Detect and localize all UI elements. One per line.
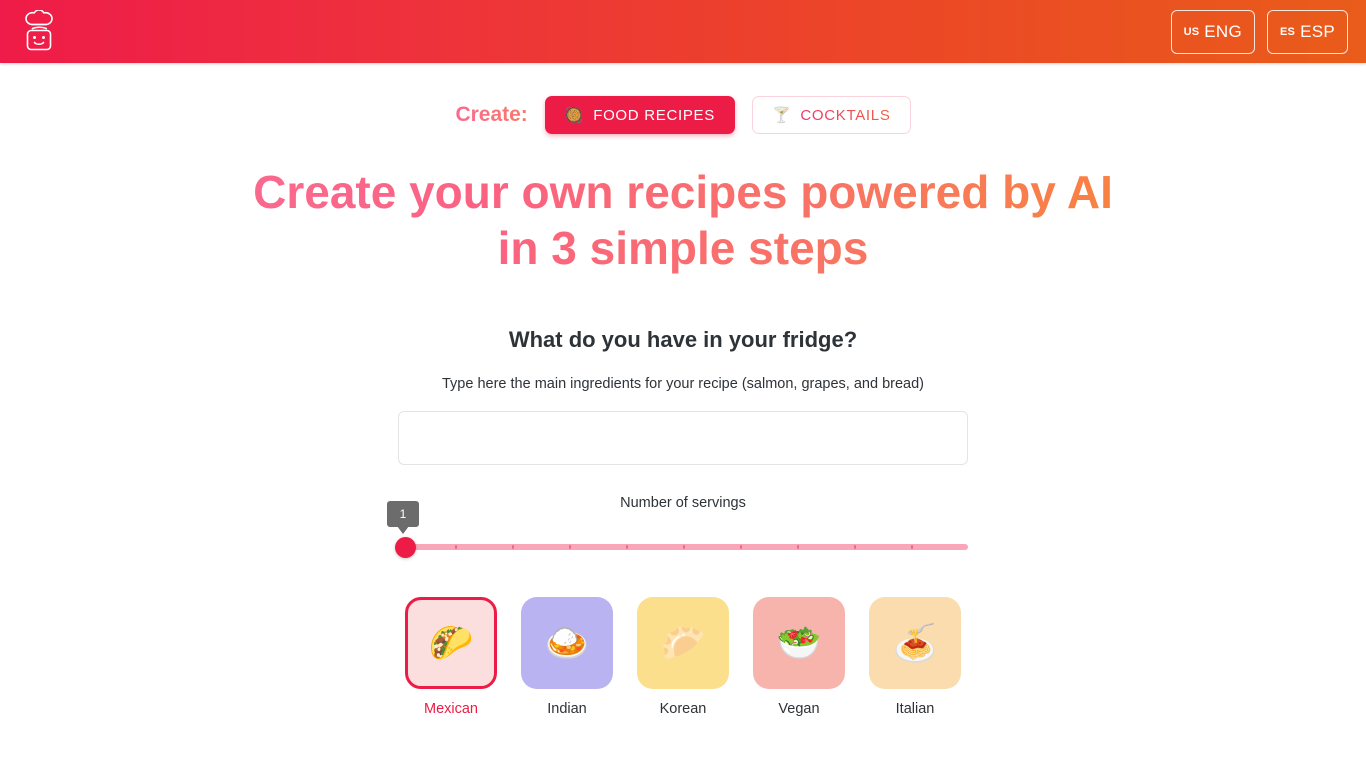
curry-rice-icon: 🍛 xyxy=(544,622,590,664)
cuisine-selector: 🌮 Mexican 🍛 Indian 🥟 Korean 🥗 Vegan 🍝 Italian xyxy=(378,597,988,717)
slider-tick xyxy=(797,545,799,550)
paella-icon: 🥘 xyxy=(564,106,585,124)
cuisine-label-indian: Indian xyxy=(547,701,587,718)
recipe-form: What do you have in your fridge? Type he… xyxy=(0,327,1366,717)
cuisine-label-vegan: Vegan xyxy=(778,701,820,718)
cuisine-card-italian[interactable]: 🍝 xyxy=(869,597,961,690)
cocktail-glass-icon: 🍸 xyxy=(771,106,792,124)
tab-cocktails-label: COCKTAILS xyxy=(800,106,891,124)
lang-label-esp: ESP xyxy=(1300,21,1335,41)
slider-tick xyxy=(683,545,685,550)
slider-thumb[interactable]: 1 xyxy=(387,501,419,559)
slider-ticks xyxy=(398,545,968,550)
fridge-question-subtitle: Type here the main ingredients for your … xyxy=(442,376,924,393)
slider-value-tooltip: 1 xyxy=(387,501,419,535)
cuisine-card-vegan[interactable]: 🥗 xyxy=(753,597,845,690)
slider-tick xyxy=(569,545,571,550)
slider-tick xyxy=(854,545,856,550)
fridge-question-title: What do you have in your fridge? xyxy=(508,327,858,353)
cuisine-label-italian: Italian xyxy=(895,701,935,718)
cuisine-label-korean: Korean xyxy=(659,701,707,718)
cuisine-card-indian[interactable]: 🍛 xyxy=(521,597,613,690)
slider-tick xyxy=(512,545,514,550)
app-header: US ENG ES ESP xyxy=(0,0,1366,63)
slider-tick xyxy=(740,545,742,550)
ingredients-input[interactable] xyxy=(398,411,968,466)
page-title: Create your own recipes powered by AI in… xyxy=(243,164,1123,276)
tab-food-recipes-label: FOOD RECIPES xyxy=(593,106,715,124)
chef-robot-logo-icon xyxy=(25,9,53,50)
tab-food-recipes[interactable]: 🥘 FOOD RECIPES xyxy=(544,96,735,134)
brand-logo[interactable] xyxy=(16,7,60,57)
cuisine-card-korean[interactable]: 🥟 xyxy=(637,597,729,690)
slider-tick xyxy=(455,545,457,550)
create-label: Create: xyxy=(455,103,528,126)
cuisine-item-mexican[interactable]: 🌮 Mexican xyxy=(405,597,497,717)
cuisine-item-vegan[interactable]: 🥗 Vegan xyxy=(753,597,845,717)
servings-slider-caption: Number of servings xyxy=(620,495,746,512)
tab-cocktails[interactable]: 🍸 COCKTAILS xyxy=(751,96,911,134)
green-salad-icon: 🥗 xyxy=(776,622,822,664)
lang-code-esp: ES xyxy=(1280,25,1296,38)
slider-tick xyxy=(911,545,913,550)
create-tab-bar: Create: 🥘 FOOD RECIPES 🍸 COCKTAILS xyxy=(0,96,1366,134)
servings-slider[interactable]: 1 xyxy=(387,501,968,559)
cuisine-item-italian[interactable]: 🍝 Italian xyxy=(869,597,961,717)
taco-icon: 🌮 xyxy=(428,622,474,664)
language-switcher: US ENG ES ESP xyxy=(1170,9,1348,54)
cuisine-card-mexican[interactable]: 🌮 xyxy=(405,597,497,690)
lang-code-eng: US xyxy=(1183,25,1200,38)
servings-slider-block: Number of servings 1 xyxy=(387,495,968,559)
lang-button-esp[interactable]: ES ESP xyxy=(1267,9,1348,54)
dumpling-icon: 🥟 xyxy=(660,622,706,664)
lang-label-eng: ENG xyxy=(1204,21,1242,41)
cuisine-label-mexican: Mexican xyxy=(424,701,478,718)
slider-tick xyxy=(626,545,628,550)
cuisine-item-indian[interactable]: 🍛 Indian xyxy=(521,597,613,717)
cuisine-item-korean[interactable]: 🥟 Korean xyxy=(637,597,729,717)
spaghetti-icon: 🍝 xyxy=(892,622,938,664)
lang-button-eng[interactable]: US ENG xyxy=(1170,9,1255,54)
